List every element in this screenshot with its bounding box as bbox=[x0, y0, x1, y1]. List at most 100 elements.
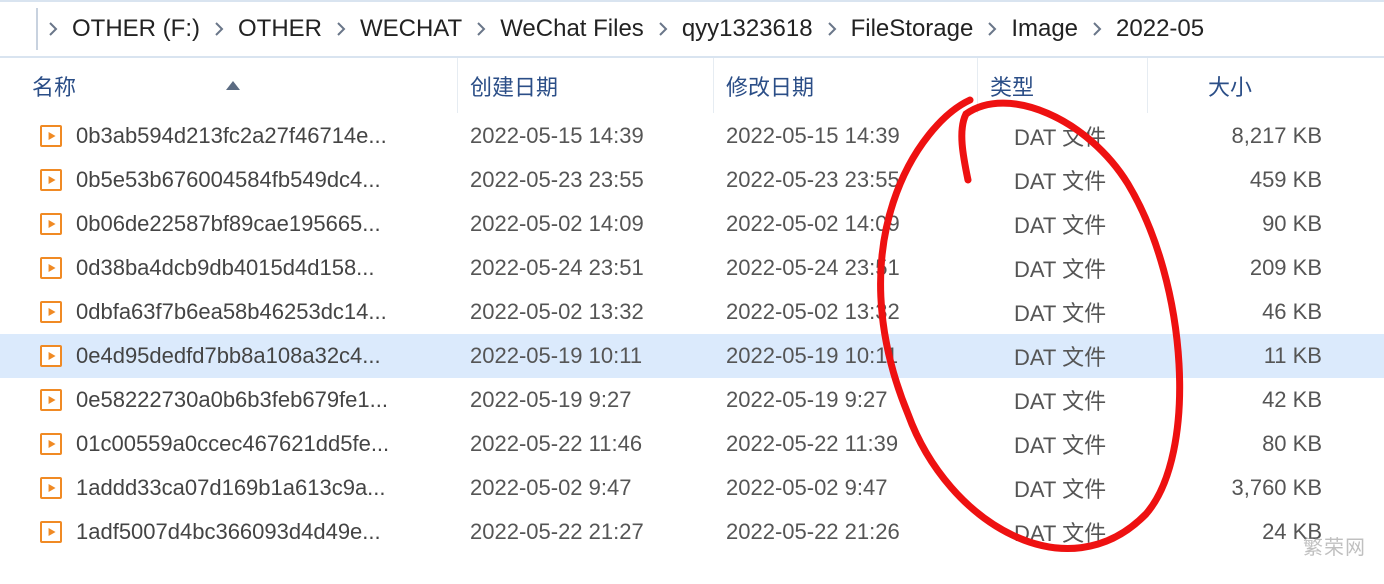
table-row[interactable]: 0dbfa63f7b6ea58b46253dc14...2022-05-02 1… bbox=[0, 290, 1384, 334]
table-row[interactable]: 0b06de22587bf89cae195665...2022-05-02 14… bbox=[0, 202, 1384, 246]
file-modified: 2022-05-22 11:39 bbox=[714, 431, 978, 457]
file-name: 0d38ba4dcb9db4015d4d158... bbox=[76, 255, 458, 281]
chevron-right-icon[interactable] bbox=[977, 22, 1007, 36]
table-row[interactable]: 0e4d95dedfd7bb8a108a32c4...2022-05-19 10… bbox=[0, 334, 1384, 378]
file-size: 8,217 KB bbox=[1148, 123, 1368, 149]
file-type: DAT 文件 bbox=[978, 208, 1148, 240]
file-size: 11 KB bbox=[1148, 343, 1368, 369]
chevron-right-icon[interactable] bbox=[648, 22, 678, 36]
file-created: 2022-05-02 14:09 bbox=[458, 211, 714, 237]
chevron-right-icon[interactable] bbox=[204, 22, 234, 36]
chevron-right-icon[interactable] bbox=[1082, 22, 1112, 36]
file-created: 2022-05-19 10:11 bbox=[458, 343, 714, 369]
column-header-name-label: 名称 bbox=[32, 70, 76, 102]
column-headers: 名称 创建日期 修改日期 类型 大小 bbox=[0, 58, 1384, 114]
dat-file-icon bbox=[40, 169, 62, 191]
dat-file-icon bbox=[40, 477, 62, 499]
file-size: 46 KB bbox=[1148, 299, 1368, 325]
file-created: 2022-05-22 11:46 bbox=[458, 431, 714, 457]
breadcrumb-item-label: WECHAT bbox=[360, 15, 462, 43]
file-created: 2022-05-23 23:55 bbox=[458, 167, 714, 193]
breadcrumb-bar[interactable]: OTHER (F:) OTHER WECHAT WeChat Files qyy1323… bbox=[0, 0, 1384, 58]
file-size: 459 KB bbox=[1148, 167, 1368, 193]
breadcrumb-item[interactable]: FileStorage bbox=[847, 2, 978, 56]
table-row[interactable]: 0d38ba4dcb9db4015d4d158...2022-05-24 23:… bbox=[0, 246, 1384, 290]
dat-file-icon bbox=[40, 125, 62, 147]
breadcrumb-item[interactable]: Image bbox=[1007, 2, 1082, 56]
file-type: DAT 文件 bbox=[978, 120, 1148, 152]
file-size: 90 KB bbox=[1148, 211, 1368, 237]
breadcrumb-root-edge bbox=[10, 8, 38, 50]
file-created: 2022-05-24 23:51 bbox=[458, 255, 714, 281]
file-type: DAT 文件 bbox=[978, 164, 1148, 196]
file-name: 0b06de22587bf89cae195665... bbox=[76, 211, 458, 237]
breadcrumb-item[interactable]: qyy1323618 bbox=[678, 2, 817, 56]
file-created: 2022-05-19 9:27 bbox=[458, 387, 714, 413]
file-name: 0e58222730a0b6b3feb679fe1... bbox=[76, 387, 458, 413]
breadcrumb-item-label: WeChat Files bbox=[500, 15, 644, 43]
file-size: 80 KB bbox=[1148, 431, 1368, 457]
breadcrumb-item[interactable]: OTHER bbox=[234, 2, 326, 56]
dat-file-icon bbox=[40, 433, 62, 455]
column-header-modified-label: 修改日期 bbox=[726, 70, 814, 102]
watermark-text: 繁荣网 bbox=[1303, 531, 1366, 560]
file-type: DAT 文件 bbox=[978, 516, 1148, 548]
table-row[interactable]: 01c00559a0ccec467621dd5fe...2022-05-22 1… bbox=[0, 422, 1384, 466]
breadcrumb-item[interactable]: 2022-05 bbox=[1112, 2, 1208, 56]
breadcrumb-item[interactable]: OTHER (F:) bbox=[68, 2, 204, 56]
file-type: DAT 文件 bbox=[978, 340, 1148, 372]
chevron-right-icon[interactable] bbox=[326, 22, 356, 36]
file-modified: 2022-05-02 13:32 bbox=[714, 299, 978, 325]
breadcrumb-item-label: Image bbox=[1011, 15, 1078, 43]
file-modified: 2022-05-19 10:11 bbox=[714, 343, 978, 369]
file-modified: 2022-05-22 21:26 bbox=[714, 519, 978, 545]
file-name: 0b3ab594d213fc2a27f46714e... bbox=[76, 123, 458, 149]
file-size: 209 KB bbox=[1148, 255, 1368, 281]
chevron-right-icon[interactable] bbox=[817, 22, 847, 36]
file-name: 01c00559a0ccec467621dd5fe... bbox=[76, 431, 458, 457]
dat-file-icon bbox=[40, 345, 62, 367]
file-size: 42 KB bbox=[1148, 387, 1368, 413]
breadcrumb-item-label: 2022-05 bbox=[1116, 15, 1204, 43]
dat-file-icon bbox=[40, 257, 62, 279]
column-header-created[interactable]: 创建日期 bbox=[458, 58, 714, 113]
dat-file-icon bbox=[40, 213, 62, 235]
table-row[interactable]: 1adf5007d4bc366093d4d49e...2022-05-22 21… bbox=[0, 510, 1384, 554]
column-header-size[interactable]: 大小 bbox=[1148, 58, 1368, 113]
file-created: 2022-05-02 9:47 bbox=[458, 475, 714, 501]
file-name: 1addd33ca07d169b1a613c9a... bbox=[76, 475, 458, 501]
table-row[interactable]: 0e58222730a0b6b3feb679fe1...2022-05-19 9… bbox=[0, 378, 1384, 422]
column-header-type[interactable]: 类型 bbox=[978, 58, 1148, 113]
table-row[interactable]: 1addd33ca07d169b1a613c9a...2022-05-02 9:… bbox=[0, 466, 1384, 510]
breadcrumb-item[interactable]: WECHAT bbox=[356, 2, 466, 56]
chevron-right-icon[interactable] bbox=[466, 22, 496, 36]
file-modified: 2022-05-15 14:39 bbox=[714, 123, 978, 149]
column-header-type-label: 类型 bbox=[990, 70, 1034, 102]
file-modified: 2022-05-19 9:27 bbox=[714, 387, 978, 413]
column-header-name[interactable]: 名称 bbox=[0, 58, 458, 113]
file-name: 1adf5007d4bc366093d4d49e... bbox=[76, 519, 458, 545]
file-name: 0e4d95dedfd7bb8a108a32c4... bbox=[76, 343, 458, 369]
file-type: DAT 文件 bbox=[978, 252, 1148, 284]
file-type: DAT 文件 bbox=[978, 384, 1148, 416]
chevron-right-icon[interactable] bbox=[38, 22, 68, 36]
file-type: DAT 文件 bbox=[978, 472, 1148, 504]
breadcrumb-item[interactable]: WeChat Files bbox=[496, 2, 648, 56]
file-created: 2022-05-02 13:32 bbox=[458, 299, 714, 325]
file-modified: 2022-05-02 9:47 bbox=[714, 475, 978, 501]
file-type: DAT 文件 bbox=[978, 296, 1148, 328]
table-row[interactable]: 0b3ab594d213fc2a27f46714e...2022-05-15 1… bbox=[0, 114, 1384, 158]
file-size: 3,760 KB bbox=[1148, 475, 1368, 501]
dat-file-icon bbox=[40, 301, 62, 323]
file-created: 2022-05-15 14:39 bbox=[458, 123, 714, 149]
sort-ascending-icon bbox=[226, 81, 240, 90]
file-created: 2022-05-22 21:27 bbox=[458, 519, 714, 545]
file-modified: 2022-05-02 14:09 bbox=[714, 211, 978, 237]
file-name: 0b5e53b676004584fb549dc4... bbox=[76, 167, 458, 193]
table-row[interactable]: 0b5e53b676004584fb549dc4...2022-05-23 23… bbox=[0, 158, 1384, 202]
file-modified: 2022-05-23 23:55 bbox=[714, 167, 978, 193]
breadcrumb-item-label: FileStorage bbox=[851, 15, 974, 43]
breadcrumb-item-label: qyy1323618 bbox=[682, 15, 813, 43]
column-header-modified[interactable]: 修改日期 bbox=[714, 58, 978, 113]
file-type: DAT 文件 bbox=[978, 428, 1148, 460]
